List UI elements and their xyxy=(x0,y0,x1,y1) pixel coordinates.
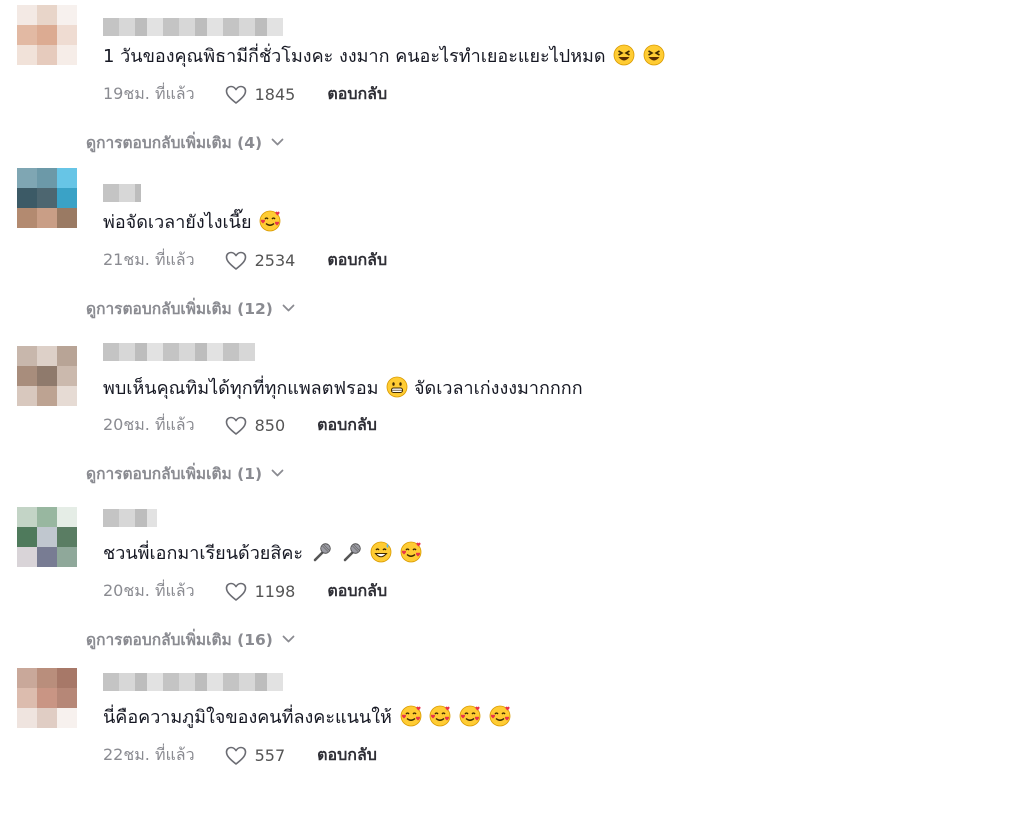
like-count: 1198 xyxy=(254,582,296,601)
comment-text-body: ชวนพี่เอกมาเรียนด้วยสิคะ xyxy=(103,543,304,564)
view-more-replies[interactable]: ดูการตอบกลับเพิ่มเติม (4) xyxy=(86,130,284,155)
comment-text-body: นี่คือความภูมิใจของคนที่ลงคะแนนให้ xyxy=(103,707,392,728)
grinning-face-emoji xyxy=(386,376,408,398)
avatar[interactable] xyxy=(17,5,77,65)
reply-button[interactable]: ตอบกลับ xyxy=(327,579,387,604)
comment-item: 1 วันของคุณพิธามีกี่ชั่วโมงคะ งงมาก คนอะ… xyxy=(0,0,1010,166)
comment-text: 1 วันของคุณพิธามีกี่ชั่วโมงคะ งงมาก คนอะ… xyxy=(103,44,665,70)
comment-text-body: พบเห็นคุณทิมได้ทุกที่ทุกแพลตฟรอม xyxy=(103,378,379,399)
microphone-emoji xyxy=(311,541,333,563)
like-count: 850 xyxy=(254,416,286,435)
comment-meta: 20ชม. ที่แล้ว 850 ตอบกลับ xyxy=(103,413,377,438)
view-more-replies[interactable]: ดูการตอบกลับเพิ่มเติม (1) xyxy=(86,461,284,486)
comment-text-tail: จัดเวลาเก่งงงมากกกก xyxy=(413,378,583,399)
view-more-label: ดูการตอบกลับเพิ่มเติม xyxy=(86,134,232,152)
comment-text-body: พ่อจัดเวลายังไงเนี๊ย xyxy=(103,212,252,233)
comment-item: พบเห็นคุณทิมได้ทุกที่ทุกแพลตฟรอม จัดเวลา… xyxy=(0,331,1010,497)
comment-meta: 19ชม. ที่แล้ว 1845 ตอบกลับ xyxy=(103,82,387,107)
comment-time: 22ชม. ที่แล้ว xyxy=(103,745,195,764)
smiling-face-with-hearts-emoji xyxy=(400,705,422,727)
avatar[interactable] xyxy=(17,668,77,728)
like-count: 2534 xyxy=(254,251,296,270)
view-more-replies[interactable]: ดูการตอบกลับเพิ่มเติม (12) xyxy=(86,296,295,321)
comment-meta: 20ชม. ที่แล้ว 1198 ตอบกลับ xyxy=(103,579,387,604)
laughing-face-emoji xyxy=(643,44,665,66)
reply-button[interactable]: ตอบกลับ xyxy=(327,248,387,273)
comment-item: พ่อจัดเวลายังไงเนี๊ย 21ชม. ที่แล้ว 2534 … xyxy=(0,166,1010,332)
grinning-sweat-face-emoji xyxy=(370,541,392,563)
comment-meta: 22ชม. ที่แล้ว 557 ตอบกลับ xyxy=(103,743,377,768)
smiling-face-with-hearts-emoji xyxy=(489,705,511,727)
avatar[interactable] xyxy=(17,168,77,228)
smiling-face-with-hearts-emoji xyxy=(259,210,281,232)
comment-text: ชวนพี่เอกมาเรียนด้วยสิคะ xyxy=(103,541,422,567)
username-blurred[interactable] xyxy=(103,184,141,202)
comment-item: ชวนพี่เอกมาเรียนด้วยสิคะ 20ชม. ที่แล้ว 1… xyxy=(0,497,1010,663)
reply-button[interactable]: ตอบกลับ xyxy=(317,743,377,768)
avatar[interactable] xyxy=(17,507,77,567)
reply-count: (16) xyxy=(237,630,273,649)
reply-count: (1) xyxy=(237,464,263,483)
comment-time: 21ชม. ที่แล้ว xyxy=(103,250,195,269)
view-more-label: ดูการตอบกลับเพิ่มเติม xyxy=(86,631,232,649)
heart-icon[interactable] xyxy=(225,251,247,271)
comment-text-body: 1 วันของคุณพิธามีกี่ชั่วโมงคะ งงมาก คนอะ… xyxy=(103,46,606,67)
reply-count: (12) xyxy=(237,299,273,318)
reply-button[interactable]: ตอบกลับ xyxy=(317,413,377,438)
chevron-down-icon xyxy=(271,469,284,477)
comment-text: พบเห็นคุณทิมได้ทุกที่ทุกแพลตฟรอม จัดเวลา… xyxy=(103,376,583,402)
laughing-face-emoji xyxy=(613,44,635,66)
chevron-down-icon xyxy=(282,635,295,643)
like-count: 1845 xyxy=(254,85,296,104)
username-blurred[interactable] xyxy=(103,18,283,36)
comment-text: พ่อจัดเวลายังไงเนี๊ย xyxy=(103,210,281,236)
heart-icon[interactable] xyxy=(225,85,247,105)
comment-item: นี่คือความภูมิใจของคนที่ลงคะแนนให้ 22ชม.… xyxy=(0,663,1010,829)
smiling-face-with-hearts-emoji xyxy=(459,705,481,727)
comment-text: นี่คือความภูมิใจของคนที่ลงคะแนนให้ xyxy=(103,705,511,731)
heart-icon[interactable] xyxy=(225,746,247,766)
comment-meta: 21ชม. ที่แล้ว 2534 ตอบกลับ xyxy=(103,248,387,273)
username-blurred[interactable] xyxy=(103,509,157,527)
chevron-down-icon xyxy=(271,138,284,146)
reply-count: (4) xyxy=(237,133,263,152)
heart-icon[interactable] xyxy=(225,416,247,436)
avatar[interactable] xyxy=(17,346,77,406)
microphone-emoji xyxy=(341,541,363,563)
view-more-label: ดูการตอบกลับเพิ่มเติม xyxy=(86,300,232,318)
chevron-down-icon xyxy=(282,304,295,312)
smiling-face-with-hearts-emoji xyxy=(429,705,451,727)
comment-time: 20ชม. ที่แล้ว xyxy=(103,581,195,600)
like-count: 557 xyxy=(254,746,286,765)
comment-time: 20ชม. ที่แล้ว xyxy=(103,415,195,434)
heart-icon[interactable] xyxy=(225,582,247,602)
username-blurred[interactable] xyxy=(103,673,283,691)
view-more-label: ดูการตอบกลับเพิ่มเติม xyxy=(86,465,232,483)
reply-button[interactable]: ตอบกลับ xyxy=(327,82,387,107)
comment-time: 19ชม. ที่แล้ว xyxy=(103,84,195,103)
smiling-face-with-hearts-emoji xyxy=(400,541,422,563)
username-blurred[interactable] xyxy=(103,343,255,361)
view-more-replies[interactable]: ดูการตอบกลับเพิ่มเติม (16) xyxy=(86,627,295,652)
